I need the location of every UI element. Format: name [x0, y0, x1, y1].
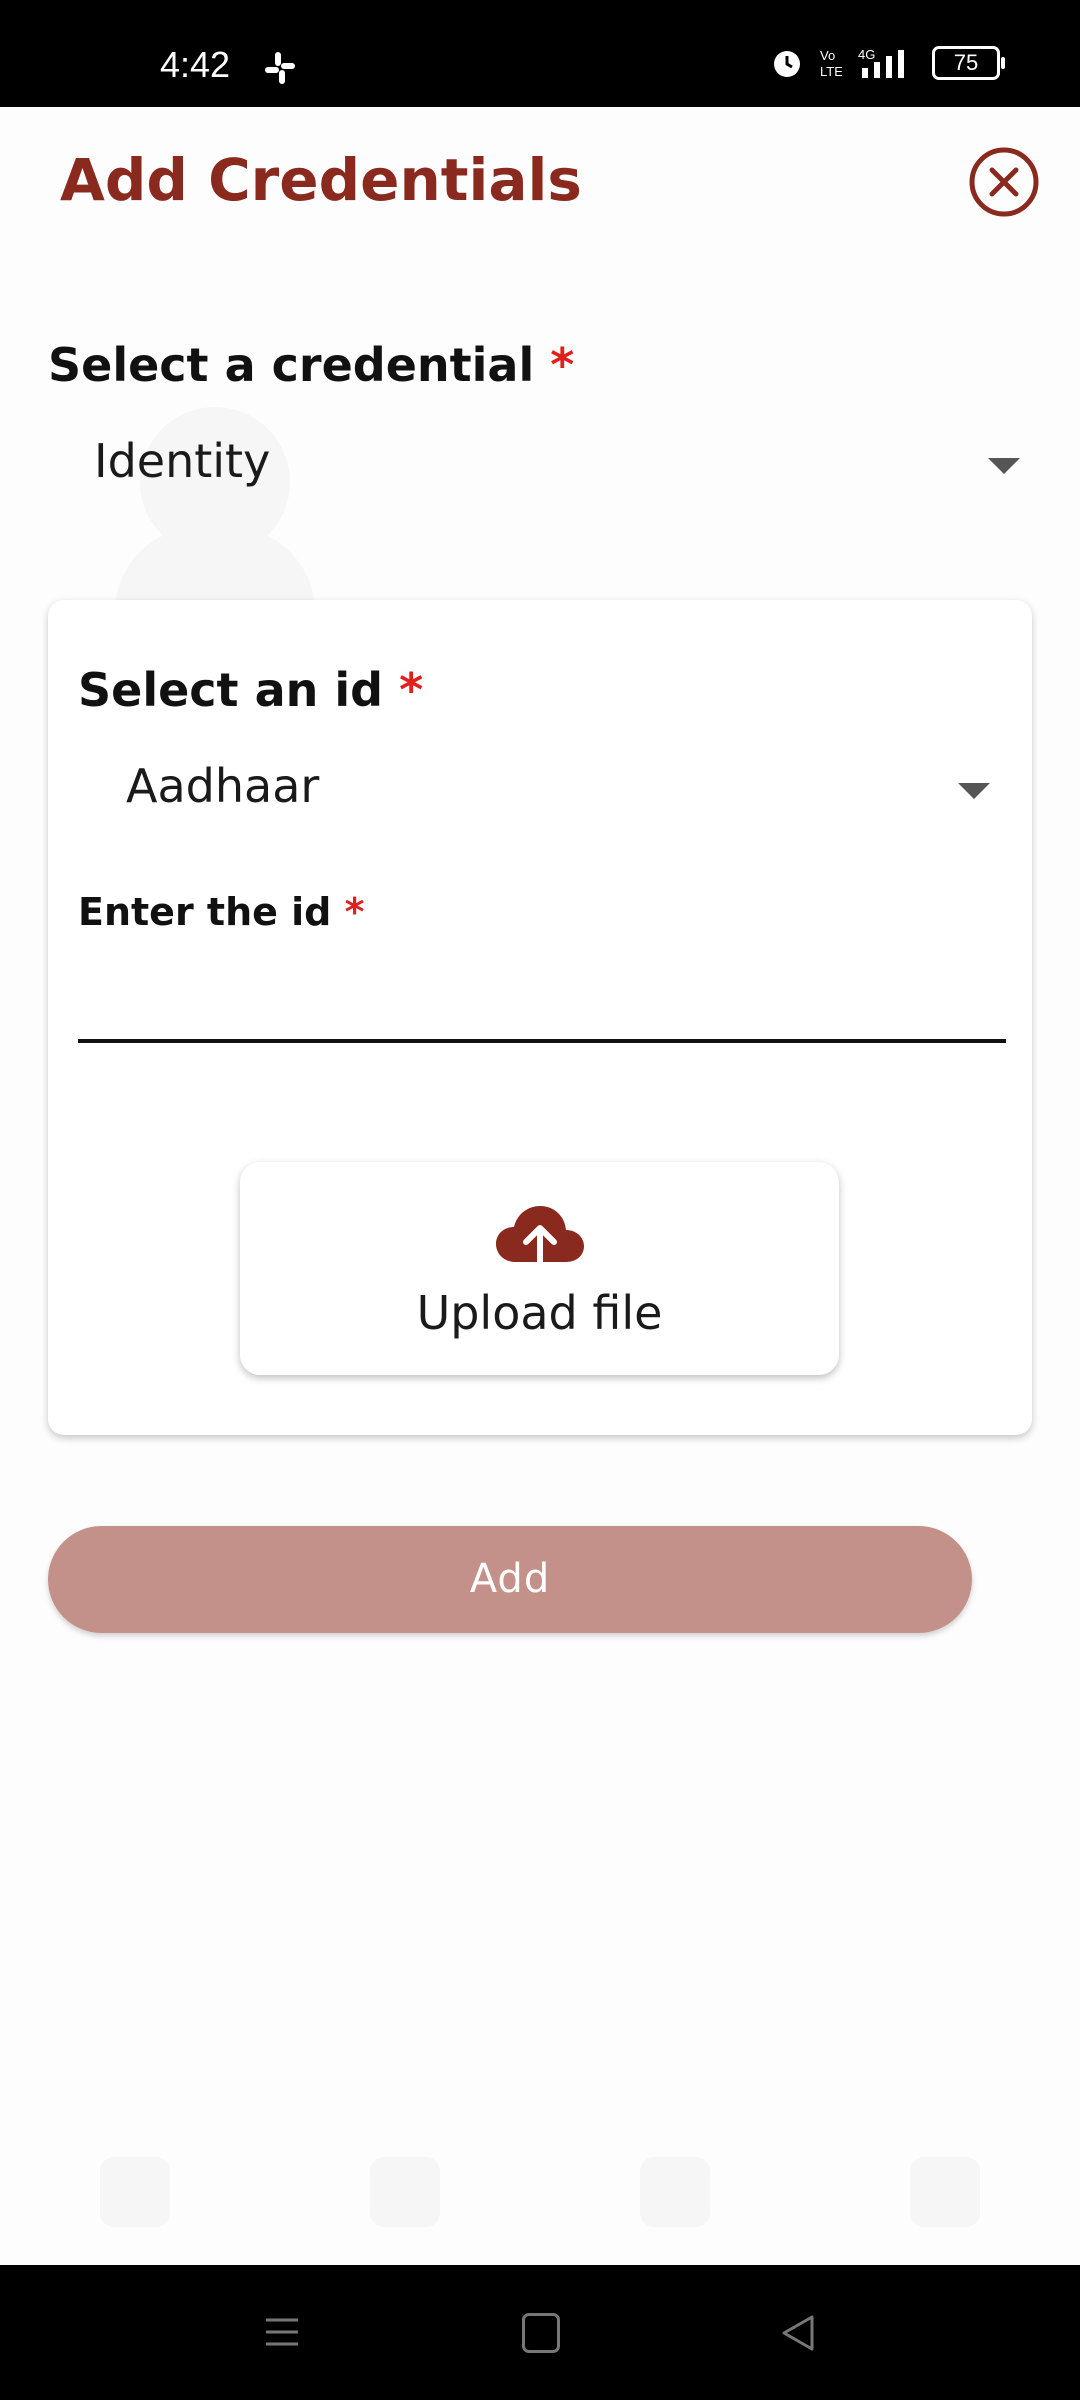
id-select[interactable]: Aadhaar [78, 745, 1002, 833]
enter-id-label: Enter the id * [78, 890, 364, 934]
cloud-upload-icon [496, 1206, 584, 1276]
credential-label-text: Select a credential [48, 338, 535, 392]
background-nav-icon [910, 2157, 980, 2227]
credential-label: Select a credential * [48, 338, 574, 392]
required-mark: * [550, 338, 575, 392]
menu-icon[interactable] [264, 2314, 300, 2350]
svg-text:LTE: LTE [820, 64, 842, 79]
upload-file-label: Upload file [416, 1286, 663, 1340]
status-icons: Vo LTE 4G 75 [770, 46, 1005, 80]
back-triangle-icon[interactable] [780, 2313, 816, 2353]
svg-text:4G: 4G [858, 47, 875, 62]
svg-text:Vo: Vo [820, 48, 835, 63]
id-select-value: Aadhaar [126, 759, 320, 813]
status-time: 4:42 [160, 44, 231, 85]
background-nav-icon [640, 2157, 710, 2227]
background-bottom-nav [0, 2147, 1080, 2265]
4g-signal-icon: 4G [858, 47, 904, 78]
slack-icon [265, 52, 295, 84]
upload-file-button[interactable]: Upload file [240, 1162, 839, 1375]
home-square-icon[interactable] [522, 2313, 560, 2353]
enter-id-label-text: Enter the id [78, 890, 332, 934]
credential-select-value: Identity [94, 434, 271, 488]
background-nav-icon [370, 2157, 440, 2227]
credential-select[interactable]: Identity [48, 420, 1032, 508]
chevron-down-icon [958, 783, 990, 799]
system-nav-bar [0, 2265, 1080, 2400]
required-mark: * [344, 890, 365, 934]
battery-icon: 75 [932, 46, 1005, 80]
status-bar: 4:42 Vo LTE 4G 75 [0, 0, 1080, 107]
alarm-icon [774, 51, 800, 77]
background-nav-icon [100, 2157, 170, 2227]
id-input[interactable] [78, 955, 1006, 1043]
close-circle-icon[interactable] [968, 146, 1040, 218]
modal-title: Add Credentials [60, 146, 582, 214]
add-button[interactable]: Add [48, 1526, 972, 1633]
id-label: Select an id * [78, 663, 423, 717]
chevron-down-icon [988, 458, 1020, 474]
volte-icon: Vo LTE [820, 48, 842, 79]
battery-level: 75 [953, 50, 979, 75]
required-mark: * [399, 663, 424, 717]
id-label-text: Select an id [78, 663, 384, 717]
